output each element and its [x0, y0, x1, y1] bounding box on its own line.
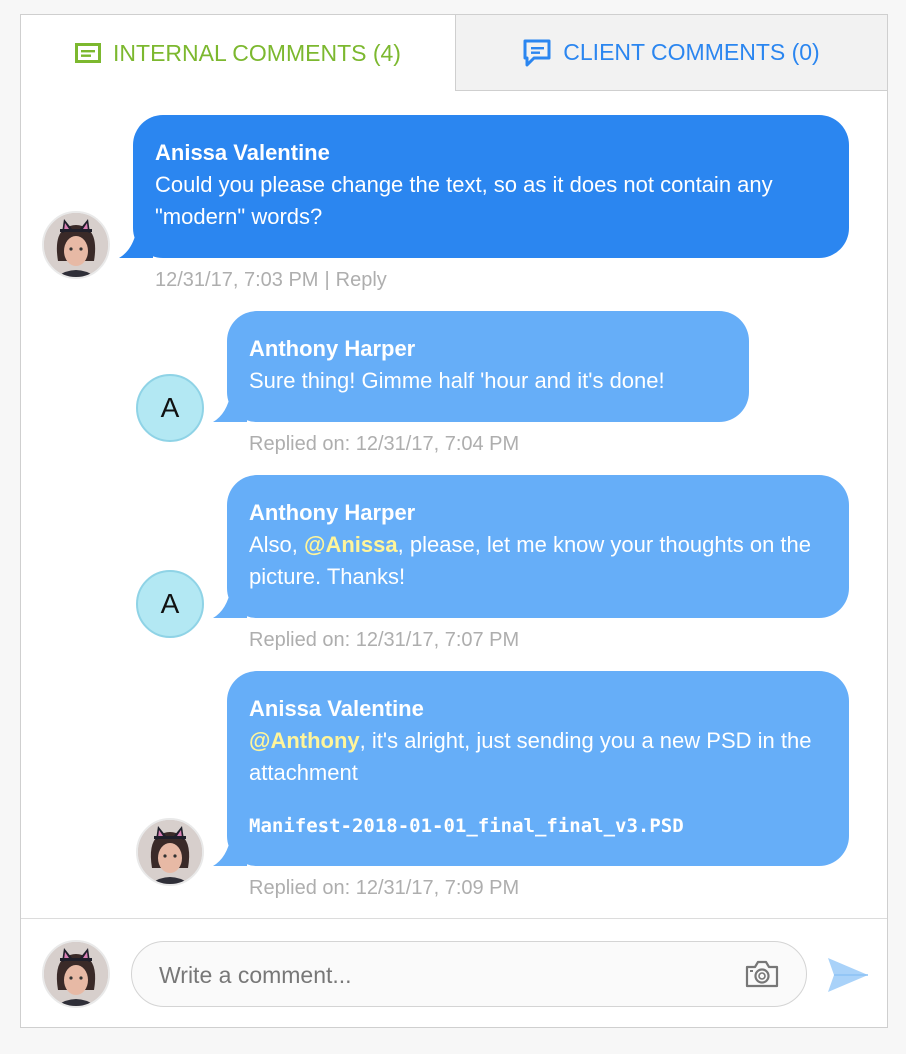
comment-text: @Anthony, it's alright, just sending you… — [249, 725, 827, 789]
comment-input[interactable] — [157, 942, 721, 1008]
comment-meta: Replied on: 12/31/17, 7:09 PM — [249, 877, 520, 899]
comment-bubble-4: Anissa Valentine @Anthony, it's alright,… — [213, 671, 849, 866]
comment-bubble-1: Anissa Valentine Could you please change… — [119, 115, 849, 258]
client-comment-icon — [523, 39, 551, 67]
bubble-tail — [213, 836, 247, 866]
avatar-anissa — [42, 211, 110, 279]
attachment-link[interactable]: Manifest-2018-01-01_final_final_v3.PSD — [249, 815, 684, 837]
comment-input-wrapper — [131, 941, 807, 1008]
avatar-anissa — [136, 818, 204, 886]
mention-anissa[interactable]: @Anissa — [304, 532, 398, 557]
avatar-letter: A — [160, 588, 180, 619]
comment-text: Could you please change the text, so as … — [155, 172, 773, 229]
comment-meta: 12/31/17, 7:03 PM | Reply — [155, 269, 387, 292]
meta-separator: | — [324, 269, 330, 291]
comment-composer — [21, 918, 887, 1028]
avatar-anthony: A — [136, 570, 204, 638]
tab-client-comments[interactable]: CLIENT COMMENTS (0) — [455, 15, 887, 91]
cat-ears-portrait-icon — [44, 213, 108, 277]
internal-comment-icon — [75, 43, 102, 63]
bubble-tail — [213, 588, 247, 618]
comment-author: Anissa Valentine — [249, 696, 424, 721]
tab-internal-label: INTERNAL COMMENTS (4) — [113, 39, 401, 66]
bubble-tail — [213, 392, 247, 422]
comment-bubble-3: Anthony Harper Also, @Anissa, please, le… — [213, 475, 849, 618]
comment-tabs: INTERNAL COMMENTS (4) CLIENT COMMENTS (0… — [21, 15, 887, 92]
comment-text: Sure thing! Gimme half 'hour and it's do… — [249, 368, 665, 393]
comment-author: Anissa Valentine — [155, 140, 330, 165]
mention-anthony[interactable]: @Anthony — [249, 728, 360, 753]
comment-text: Also, @Anissa, please, let me know your … — [249, 529, 827, 593]
cat-ears-portrait-icon — [44, 942, 108, 1006]
comment-timestamp: 12/31/17, 7:03 PM — [155, 269, 319, 291]
bubble-tail — [119, 228, 153, 258]
avatar-letter: A — [160, 392, 180, 423]
comment-author: Anthony Harper — [249, 336, 416, 361]
reply-link[interactable]: Reply — [336, 269, 387, 291]
avatar-current-user — [42, 940, 110, 1008]
camera-icon[interactable] — [744, 959, 780, 989]
comment-meta: Replied on: 12/31/17, 7:07 PM — [249, 629, 520, 651]
cat-ears-portrait-icon — [138, 820, 202, 884]
send-icon[interactable] — [827, 956, 869, 994]
tab-internal-comments[interactable]: INTERNAL COMMENTS (4) — [21, 15, 455, 91]
comment-bubble-2: Anthony Harper Sure thing! Gimme half 'h… — [213, 311, 749, 422]
comment-author: Anthony Harper — [249, 500, 416, 525]
comment-text-before: Also, — [249, 532, 305, 557]
avatar-anthony: A — [136, 374, 204, 442]
comments-panel: INTERNAL COMMENTS (4) CLIENT COMMENTS (0… — [20, 14, 888, 1028]
tab-client-label: CLIENT COMMENTS (0) — [563, 39, 820, 65]
comment-meta: Replied on: 12/31/17, 7:04 PM — [249, 433, 520, 455]
